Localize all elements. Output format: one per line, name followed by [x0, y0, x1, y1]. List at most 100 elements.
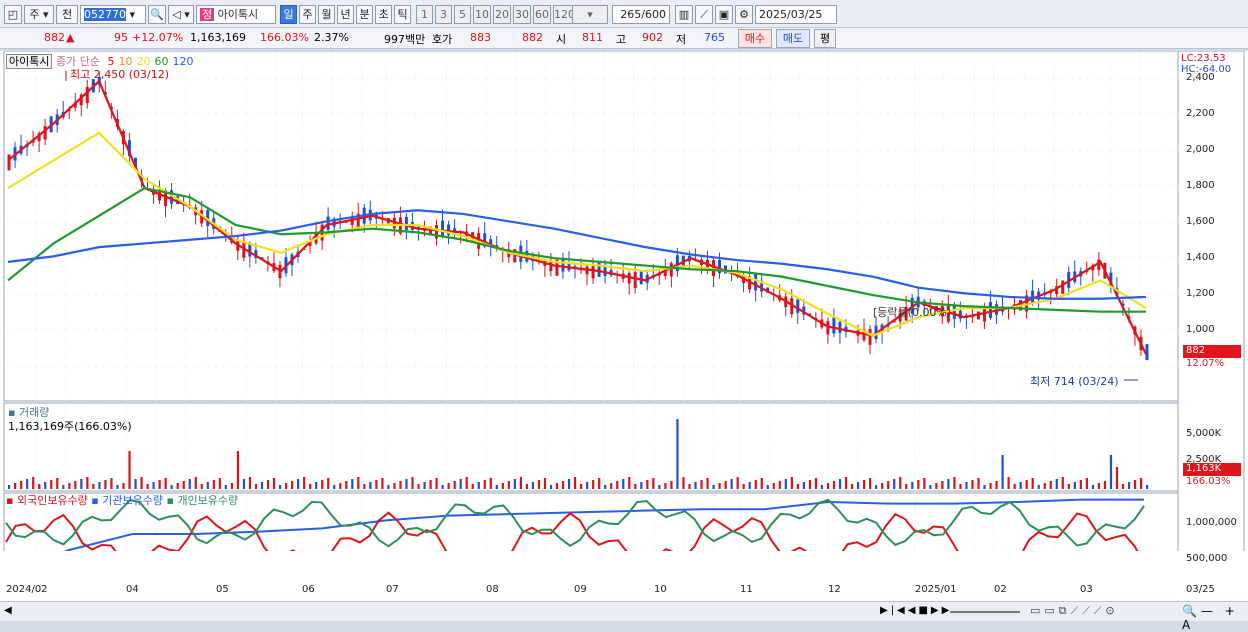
candle-body	[326, 216, 330, 230]
count-input[interactable]: 265/600	[612, 5, 670, 24]
x-label: 2025/01	[915, 584, 957, 595]
volume-bar	[760, 478, 763, 489]
volume-bar	[465, 477, 468, 489]
volume-bar	[477, 482, 480, 489]
volume-bar	[1013, 484, 1016, 489]
x-label: 03	[1080, 584, 1093, 595]
interval-60[interactable]: 60	[533, 5, 551, 24]
volume-bar	[567, 479, 571, 489]
volume-bar	[598, 478, 601, 489]
volume-bar	[248, 477, 252, 489]
period-6[interactable]: 틱	[394, 5, 411, 24]
volume-bar	[838, 479, 842, 489]
volume-bar	[688, 484, 691, 489]
chart-canvas[interactable]	[0, 51, 1248, 551]
volume-bar	[525, 484, 529, 489]
volume-bar	[50, 480, 53, 489]
scroll-left-icon[interactable]: ◀	[4, 605, 12, 616]
volume-bar	[959, 484, 962, 489]
volume-bar	[724, 481, 727, 489]
volume-bar	[104, 480, 107, 489]
zoom-controls[interactable]: 🔍— + A	[1182, 604, 1248, 632]
period-5[interactable]: 초	[375, 5, 392, 24]
candle-body	[982, 308, 986, 322]
interval-20[interactable]: 20	[493, 5, 511, 24]
interval-1[interactable]: 1	[416, 5, 433, 24]
interval-3[interactable]: 3	[435, 5, 452, 24]
volume-bar	[796, 484, 799, 489]
volume-bar	[381, 478, 384, 489]
volume-tag: 1,163K	[1183, 463, 1241, 476]
speaker-icon[interactable]: ◁ ▾	[168, 5, 194, 24]
volume-bar	[375, 480, 378, 489]
period-4[interactable]: 분	[356, 5, 373, 24]
holding-tick-1m: 1,000,000	[1186, 517, 1237, 528]
interval-5[interactable]: 5	[454, 5, 471, 24]
chart-menu-icon[interactable]: ◰	[4, 5, 22, 24]
volume-bar	[754, 480, 757, 489]
interval-input[interactable]: ▾	[572, 5, 608, 24]
lc-label: LC:23.53	[1181, 53, 1226, 64]
hoga-label: 호가	[432, 33, 453, 46]
volume-bar	[86, 477, 89, 489]
candle-body	[868, 328, 872, 345]
volume-bar	[941, 481, 944, 489]
buy-button[interactable]: 매수	[738, 29, 772, 48]
candle-icon[interactable]: ▥	[675, 5, 693, 24]
volume-bar	[989, 483, 992, 489]
volume-bar	[459, 479, 462, 489]
volume-bar	[850, 484, 854, 489]
volume-bar	[592, 480, 595, 489]
volume-bar	[1121, 484, 1125, 489]
high-label: 고	[616, 33, 627, 46]
tool-icons[interactable]: ▭▭⧉⟋⟋⟋⊙	[1030, 604, 1119, 618]
interval-120[interactable]: 120	[553, 5, 574, 24]
volume-bar	[953, 477, 956, 489]
search-icon[interactable]: 🔍	[148, 5, 166, 24]
gear-icon[interactable]: ⚙	[735, 5, 753, 24]
zoom-slider[interactable]	[950, 611, 1020, 613]
volume-bar	[507, 481, 510, 489]
code-input[interactable]: 052770 ▾	[80, 5, 146, 24]
high-note: 최고 2,450 (03/12)	[70, 68, 170, 81]
holding-legend: ▪ 외국인보유수량 ▪ 기관보유수량 ▪ 개인보유수량	[6, 494, 239, 507]
sell-button[interactable]: 매도	[776, 29, 810, 48]
volume-bar	[339, 483, 342, 489]
volume-bar	[718, 483, 721, 489]
market-select[interactable]: 주 ▾	[24, 5, 54, 24]
interval-10[interactable]: 10	[473, 5, 491, 24]
line-tool-icon[interactable]: ⟋	[695, 5, 713, 24]
volume-ratio: 166.03%	[260, 31, 309, 44]
period-3[interactable]: 년	[337, 5, 354, 24]
volume-bar	[345, 481, 348, 489]
x-label: 03/25	[1186, 584, 1215, 595]
price-tick: 2,400	[1186, 72, 1215, 83]
volume-bar	[327, 478, 330, 489]
volume-bar	[748, 482, 751, 489]
volume-bar	[212, 480, 215, 489]
volume-bar	[20, 481, 23, 489]
volume-bar	[1025, 480, 1028, 489]
period-2[interactable]: 월	[318, 5, 335, 24]
volume-bar	[471, 484, 474, 489]
volume-bar	[278, 485, 282, 489]
play-controls[interactable]: ▶|◀◀■▶▶	[880, 605, 952, 616]
interval-30[interactable]: 30	[513, 5, 531, 24]
prev-button[interactable]: 전	[56, 5, 78, 24]
date-input[interactable]: 2025/03/25	[755, 5, 837, 24]
volume-bar	[218, 478, 221, 489]
price-tick: 2,000	[1186, 144, 1215, 155]
volume-bar	[977, 478, 980, 489]
x-label: 08	[486, 584, 499, 595]
chart-area[interactable]: 아이톡시 종가 단순 5 10 20 60 120 최고 2,450 (03/12) 최…	[0, 51, 1248, 632]
eval-button[interactable]: 평	[814, 29, 836, 48]
save-icon[interactable]: ▣	[715, 5, 733, 24]
volume-bar	[1043, 483, 1046, 489]
candle-body	[441, 220, 445, 237]
price-tick: 1,200	[1186, 288, 1215, 299]
bottom-toolbar: ◀ ▶|◀◀■▶▶ ▭▭⧉⟋⟋⟋⊙ 🔍— + A	[0, 601, 1248, 632]
x-label: 05	[216, 584, 229, 595]
x-label: 2024/02	[6, 584, 48, 595]
period-1[interactable]: 주	[299, 5, 316, 24]
period-0[interactable]: 일	[280, 5, 297, 24]
